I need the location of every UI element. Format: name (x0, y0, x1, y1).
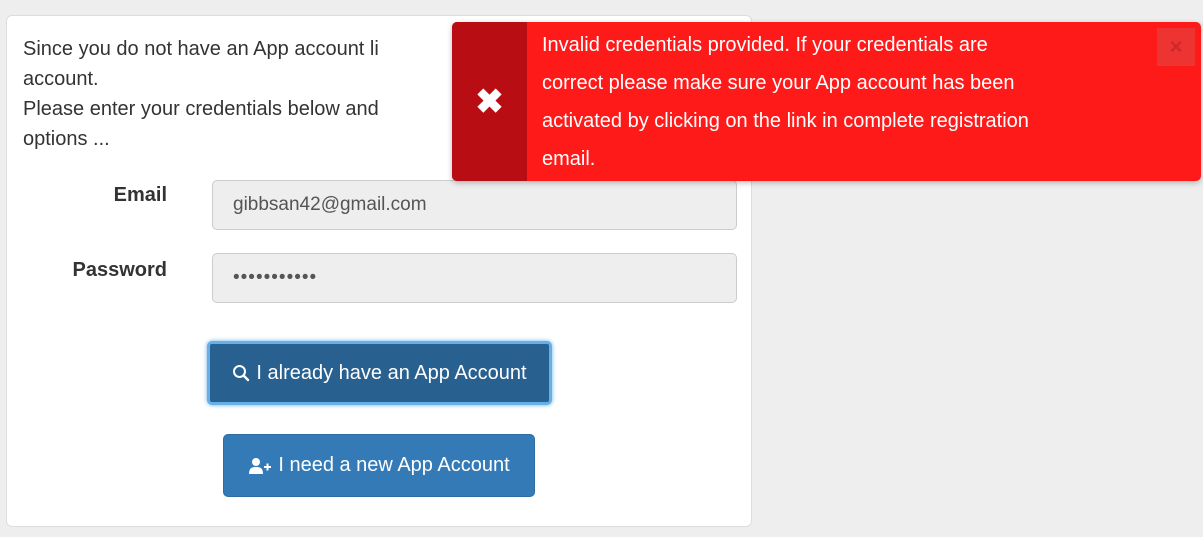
alert-message: Invalid credentials provided. If your cr… (542, 26, 1152, 178)
search-icon (232, 364, 250, 382)
add-user-icon (248, 457, 272, 475)
new-account-label: I need a new App Account (278, 454, 510, 476)
password-label: Password (72, 259, 167, 281)
existing-account-button[interactable]: I already have an App Account (207, 341, 552, 405)
password-field[interactable]: ••••••••••• (212, 253, 737, 303)
alert-line: activated by clicking on the link in com… (542, 110, 1029, 132)
alert-line: correct please make sure your App accoun… (542, 72, 1015, 94)
page: Since you do not have an App account li … (0, 0, 1203, 537)
new-account-button[interactable]: I need a new App Account (223, 434, 535, 497)
close-icon[interactable]: × (1157, 28, 1195, 66)
email-field[interactable]: gibbsan42@gmail.com (212, 180, 737, 230)
alert-line: email. (542, 148, 596, 170)
error-alert: ✖ Invalid credentials provided. If your … (452, 22, 1201, 181)
email-label: Email (113, 184, 167, 206)
existing-account-label: I already have an App Account (256, 361, 527, 384)
error-x-icon: ✖ (452, 22, 527, 181)
alert-line: Invalid credentials provided. If your cr… (542, 34, 988, 56)
